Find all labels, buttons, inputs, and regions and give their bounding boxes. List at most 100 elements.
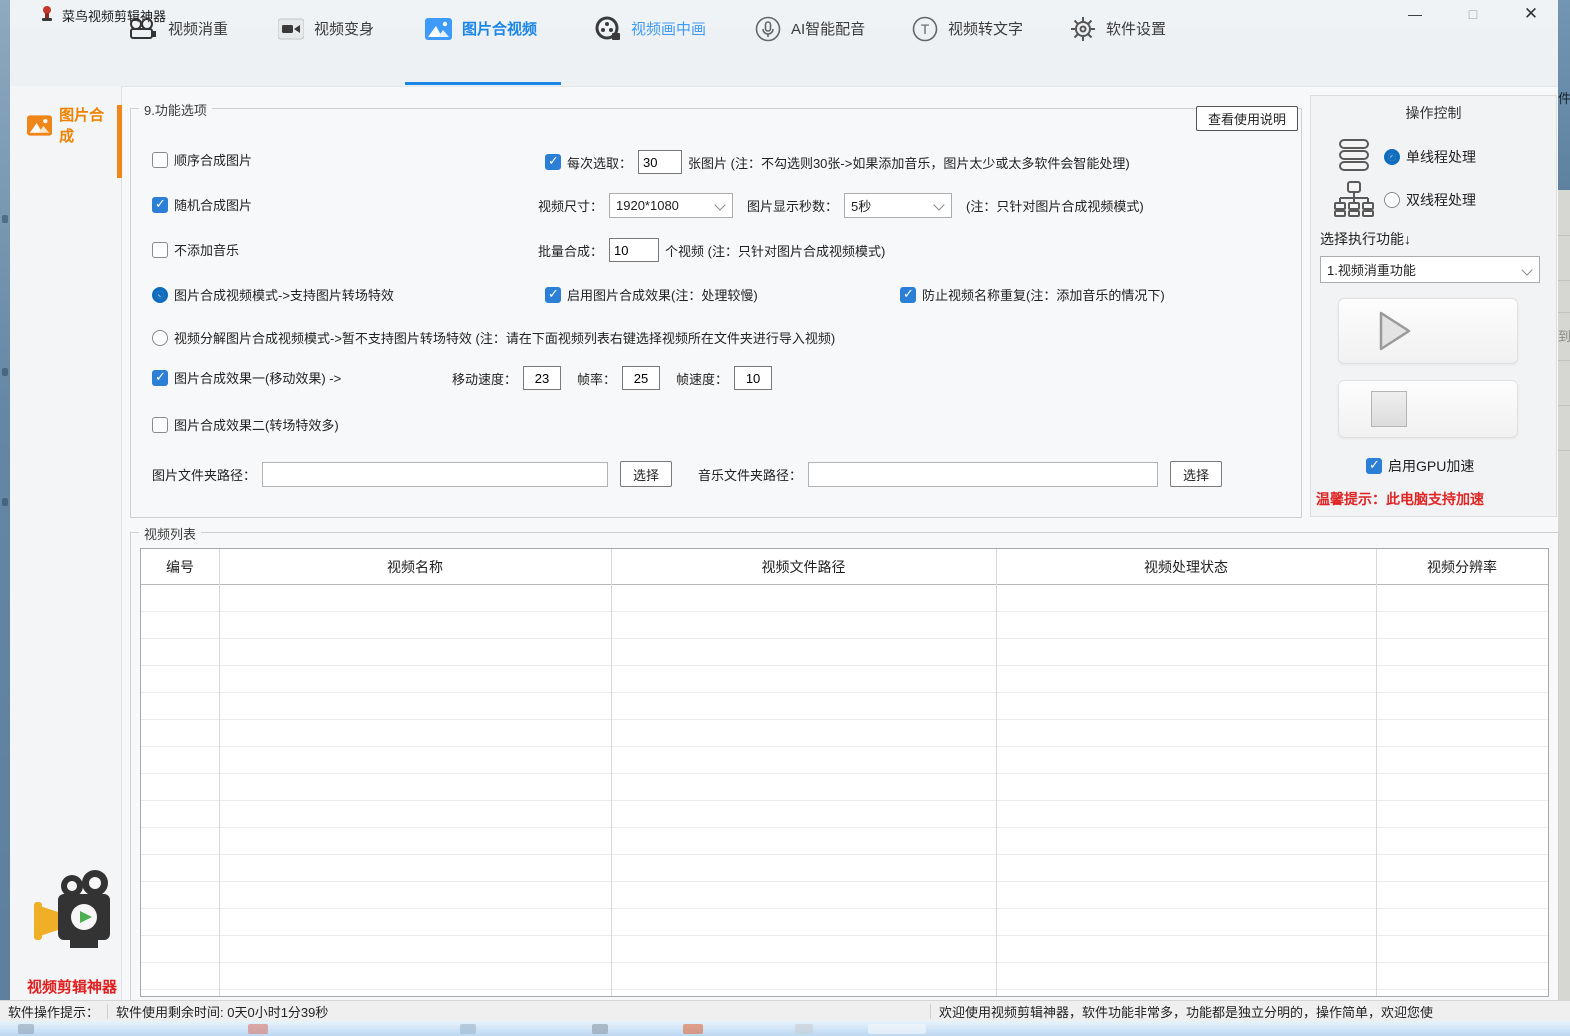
batch-note: 个视频 (注：只针对图片合成视频模式)	[665, 241, 885, 260]
column-header[interactable]: 视频文件路径	[611, 549, 996, 585]
no-music-checkbox[interactable]	[152, 242, 168, 258]
sidebar	[10, 86, 122, 1000]
minimize-button[interactable]: —	[1393, 0, 1437, 28]
app-logo-camera	[32, 870, 114, 966]
music-path-browse-button[interactable]: 选择	[1170, 461, 1222, 487]
gpu-warning-text: 温馨提示：此电脑支持加速	[1316, 489, 1484, 509]
taskbar-icon	[683, 1024, 703, 1034]
video-camera-icon	[278, 17, 304, 41]
random-compose-option[interactable]: 随机合成图片	[152, 195, 252, 214]
tab-label: AI智能配音	[791, 18, 865, 39]
frame-rate-input[interactable]	[622, 366, 660, 390]
sidebar-active-indicator	[117, 105, 122, 178]
prevent-dup-option[interactable]: 防止视频名称重复(注：添加音乐的情况下)	[900, 285, 1165, 304]
tab-picture-in-picture[interactable]: 视频画中画	[595, 0, 706, 57]
effect-two-checkbox[interactable]	[152, 417, 168, 433]
tab-video-transform[interactable]: 视频变身	[278, 0, 374, 57]
tab-video-dedup[interactable]: 视频消重	[128, 0, 228, 57]
status-time-text: 软件使用剩余时间: 0天0小时1分39秒	[108, 1004, 336, 1019]
column-header[interactable]: 视频分辨率	[1376, 549, 1548, 585]
tab-settings[interactable]: 软件设置	[1070, 0, 1166, 57]
video-size-label: 视频尺寸：	[538, 196, 603, 215]
dual-thread-radio[interactable]	[1384, 192, 1400, 208]
column-header[interactable]: 视频处理状态	[996, 549, 1376, 585]
tab-video-to-text[interactable]: T 视频转文字	[912, 0, 1023, 57]
move-speed-input[interactable]	[523, 366, 561, 390]
mode-decompose-option[interactable]: 视频分解图片合成视频模式->暂不支持图片转场特效 (注：请在下面视频列表右键选择…	[152, 328, 835, 347]
dual-thread-option[interactable]: 双线程处理	[1384, 190, 1476, 210]
video-list-table: 编号 视频名称 视频文件路径 视频处理状态 视频分辨率	[140, 548, 1549, 997]
frame-speed-label: 帧速度：	[676, 369, 728, 388]
mode-decompose-radio[interactable]	[152, 330, 168, 346]
help-button[interactable]: 查看使用说明	[1196, 106, 1298, 131]
dual-thread-label: 双线程处理	[1406, 190, 1476, 210]
no-music-option[interactable]: 不添加音乐	[152, 240, 239, 259]
start-button[interactable]	[1338, 298, 1518, 364]
image-path-input[interactable]	[262, 462, 608, 487]
column-divider	[996, 549, 997, 996]
single-thread-icon	[1336, 138, 1372, 172]
image-path-browse-button[interactable]: 选择	[620, 461, 672, 487]
enable-effect-checkbox[interactable]	[545, 287, 561, 303]
tab-image-to-video[interactable]: 图片合视频	[425, 0, 537, 57]
column-header[interactable]: 视频名称	[219, 549, 611, 585]
taskbar-icon	[592, 1024, 608, 1034]
tab-label: 视频画中画	[631, 18, 706, 39]
tab-label: 软件设置	[1106, 18, 1166, 39]
single-thread-label: 单线程处理	[1406, 147, 1476, 167]
stop-button[interactable]	[1338, 380, 1518, 438]
single-thread-option[interactable]: 单线程处理	[1384, 147, 1476, 167]
effect-one-checkbox[interactable]	[152, 370, 168, 386]
seq-compose-checkbox[interactable]	[152, 152, 168, 168]
video-list-body[interactable]	[141, 585, 1548, 996]
status-bar: 软件操作提示： 软件使用剩余时间: 0天0小时1分39秒 欢迎使用视频剪辑神器，…	[0, 1000, 1570, 1021]
gpu-checkbox[interactable]	[1366, 458, 1382, 474]
svg-text:T: T	[921, 21, 930, 37]
close-button[interactable]: ✕	[1509, 0, 1553, 28]
maximize-button[interactable]: □	[1451, 0, 1495, 28]
column-divider	[219, 549, 220, 996]
mode-image-option[interactable]: 图片合成视频模式->支持图片转场特效	[152, 285, 394, 304]
frame-speed-input[interactable]	[734, 366, 772, 390]
pick-each-checkbox[interactable]	[545, 154, 561, 170]
seconds-label: 图片显示秒数：	[747, 196, 838, 215]
enable-effect-option[interactable]: 启用图片合成效果(注：处理较慢)	[545, 285, 758, 304]
video-list-legend: 视频列表	[139, 524, 201, 543]
prevent-dup-checkbox[interactable]	[900, 287, 916, 303]
effect-two-option[interactable]: 图片合成效果二(转场特效多)	[152, 415, 339, 434]
function-select-value: 1.视频消重功能	[1327, 260, 1416, 279]
function-select[interactable]: 1.视频消重功能	[1320, 256, 1540, 283]
single-thread-radio[interactable]	[1384, 149, 1400, 165]
seconds-select[interactable]: 5秒	[844, 193, 952, 218]
tab-ai-voice[interactable]: AI智能配音	[755, 0, 865, 57]
app-icon	[39, 5, 55, 23]
dual-thread-icon	[1334, 180, 1374, 218]
gpu-option[interactable]: 启用GPU加速	[1366, 456, 1474, 476]
taskbar-icon	[248, 1024, 268, 1034]
effect-two-label: 图片合成效果二(转场特效多)	[174, 415, 339, 434]
pick-each-option: 每次选取： 张图片 (注：不勾选则30张->如果添加音乐，图片太少或太多软件会智…	[545, 150, 1130, 174]
seq-compose-option[interactable]: 顺序合成图片	[152, 150, 252, 169]
music-path-input[interactable]	[808, 462, 1158, 487]
seconds-value: 5秒	[851, 196, 871, 215]
video-size-select[interactable]: 1920*1080	[609, 193, 733, 218]
video-size-row: 视频尺寸： 1920*1080 图片显示秒数： 5秒 (注：只针对图片合成视频模…	[538, 193, 1144, 218]
random-compose-label: 随机合成图片	[174, 195, 252, 214]
video-size-value: 1920*1080	[616, 198, 679, 213]
effect-one-option[interactable]: 图片合成效果一(移动效果) ->	[152, 368, 341, 387]
prevent-dup-label: 防止视频名称重复(注：添加音乐的情况下)	[922, 285, 1165, 304]
sidebar-item-label: 图片合成	[59, 104, 117, 146]
mode-image-radio[interactable]	[152, 287, 168, 303]
random-compose-checkbox[interactable]	[152, 197, 168, 213]
sidebar-item-image-compose[interactable]: 图片合成	[10, 106, 117, 144]
batch-input[interactable]	[609, 238, 659, 262]
letter-t-circle-icon: T	[912, 16, 938, 42]
pick-each-input[interactable]	[638, 150, 682, 174]
effect-one-params: 移动速度： 帧率： 帧速度：	[452, 366, 772, 390]
gpu-label: 启用GPU加速	[1388, 456, 1474, 476]
frame-rate-label: 帧率：	[577, 369, 616, 388]
control-panel-title: 操作控制	[1310, 103, 1557, 123]
image-path-label: 图片文件夹路径：	[152, 465, 256, 484]
column-header[interactable]: 编号	[141, 549, 219, 585]
pick-each-note: 张图片 (注：不勾选则30张->如果添加音乐，图片太少或太多软件会智能处理)	[688, 153, 1130, 172]
